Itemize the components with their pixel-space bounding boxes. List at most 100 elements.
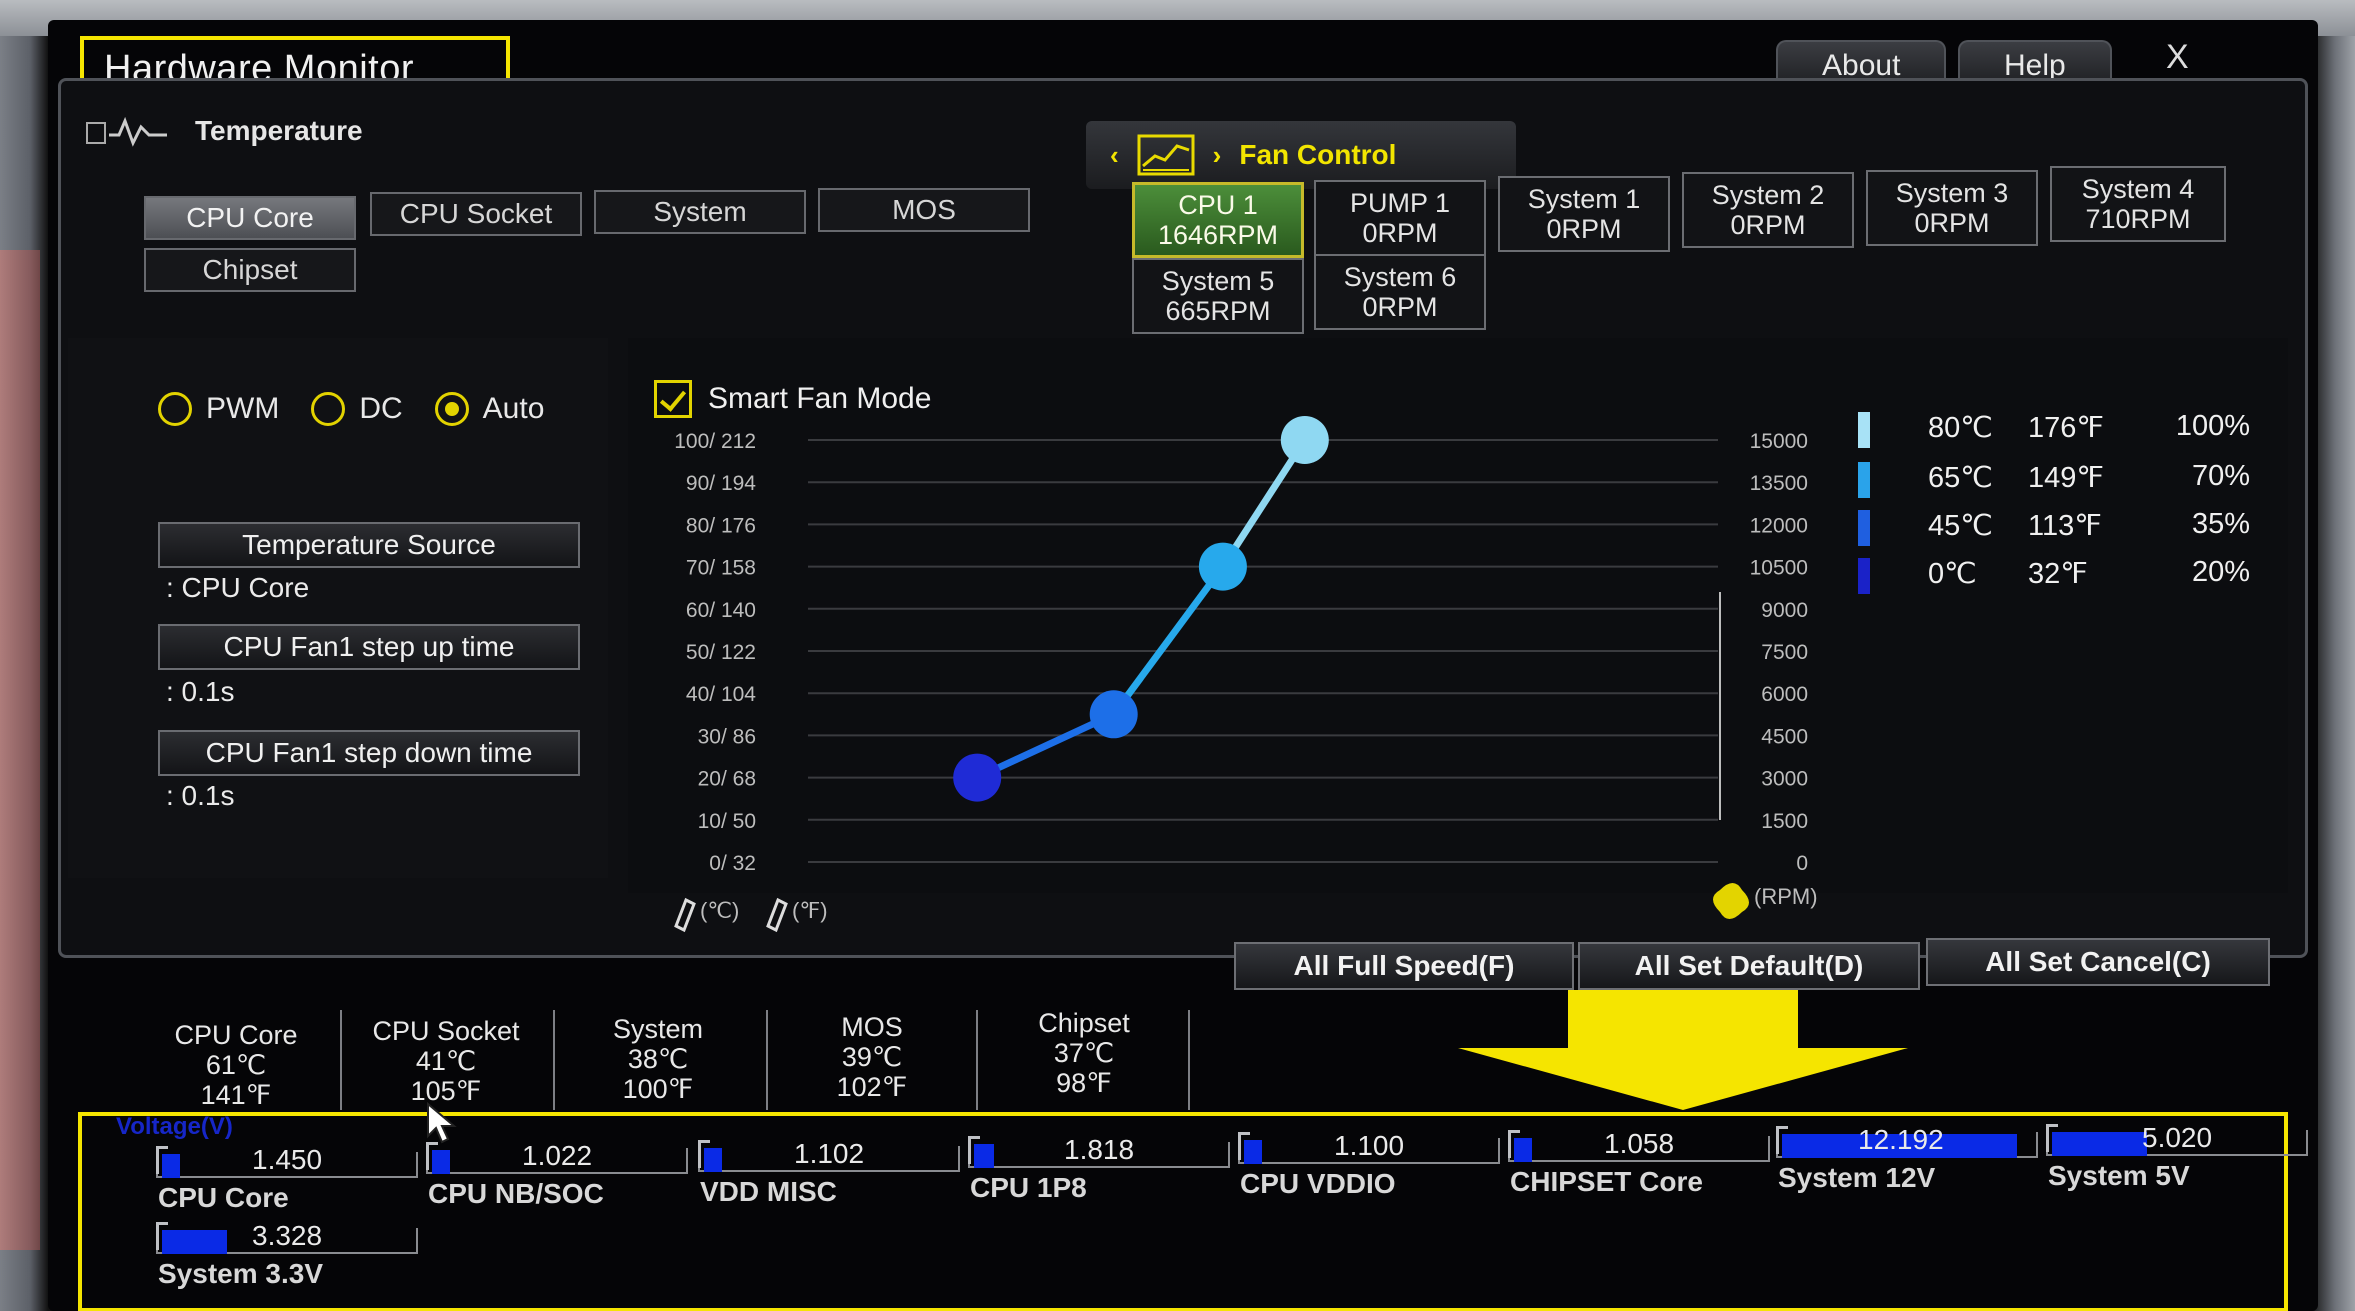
legend-celsius: 0℃: [1928, 558, 1977, 590]
temp-summary-name: MOS: [841, 1012, 903, 1042]
y-right-tick-label: 4500: [1761, 725, 1808, 748]
y-left-tick-label: 90/ 194: [686, 472, 756, 495]
y-right-tick-label: 12000: [1750, 514, 1808, 537]
voltage-value: 1.022: [522, 1140, 593, 1171]
y-right-tick-label: 13500: [1750, 472, 1808, 495]
curve-point[interactable]: [1089, 690, 1138, 739]
voltage-item: 1.100 CPU VDDIO: [1238, 1130, 1506, 1199]
all-set-cancel-button[interactable]: All Set Cancel(C): [1926, 938, 2270, 986]
temp-summary-fahrenheit: 100℉: [622, 1074, 694, 1104]
voltage-item: 3.328 System 3.3V: [156, 1220, 424, 1289]
voltage-value: 1.100: [1334, 1130, 1405, 1161]
y-left-tick-label: 10/ 50: [698, 810, 756, 833]
y-left-tick-label: 60/ 140: [686, 599, 756, 622]
temp-summary-name: CPU Core: [174, 1020, 298, 1050]
y-left-tick-label: 30/ 86: [698, 725, 756, 748]
y-left-tick-label: 80/ 176: [686, 514, 756, 537]
temp-summary-divider: [340, 1010, 342, 1110]
mouse-cursor-icon: [427, 1102, 457, 1144]
curve-point[interactable]: [953, 753, 1002, 802]
temp-summary-fahrenheit: 102℉: [836, 1072, 908, 1102]
voltage-value: 3.328: [252, 1220, 323, 1251]
voltage-item: 1.058 CHIPSET Core: [1508, 1128, 1776, 1197]
legend-fahrenheit: 149℉: [2028, 462, 2104, 494]
y-left-unit-celsius: (℃): [700, 898, 739, 923]
legend-celsius: 80℃: [1928, 412, 1993, 444]
y-right-tick-label: 9000: [1761, 599, 1808, 622]
voltage-item: 12.192 System 12V: [1776, 1124, 2044, 1193]
voltage-name: CPU VDDIO: [1240, 1168, 1396, 1199]
y-left-tick-label: 100/ 212: [674, 430, 756, 453]
voltage-value: 5.020: [2142, 1122, 2213, 1153]
legend-row: 80℃ 176℉ 100%: [1858, 410, 2258, 450]
temp-summary-divider: [553, 1010, 555, 1110]
y-left-tick-label: 70/ 158: [686, 557, 756, 580]
y-left-tick-label: 40/ 104: [686, 683, 756, 706]
y-left-tick-label: 20/ 68: [698, 768, 756, 791]
voltage-value: 12.192: [1858, 1124, 1944, 1155]
temp-summary-celsius: 39℃: [841, 1042, 903, 1072]
legend-percent: 100%: [2175, 410, 2250, 442]
y-right-tick-label: 1500: [1761, 810, 1808, 833]
temp-summary-divider: [766, 1010, 768, 1110]
voltage-bar-fill: [704, 1148, 722, 1172]
legend-celsius: 65℃: [1928, 462, 1993, 494]
voltage-item: 1.022 CPU NB/SOC: [426, 1140, 694, 1209]
legend-fahrenheit: 32℉: [2028, 558, 2088, 590]
temp-summary-chipset: Chipset 37℃ 98℉: [984, 1008, 1184, 1098]
voltage-value: 1.450: [252, 1144, 323, 1175]
y-left-tick-label: 50/ 122: [686, 641, 756, 664]
temp-summary-name: System: [612, 1014, 704, 1044]
y-right-tick-label: 7500: [1761, 641, 1808, 664]
temp-summary-celsius: 37℃: [1053, 1038, 1115, 1068]
legend-fahrenheit: 113℉: [2028, 510, 2102, 542]
temp-summary-mos: MOS 39℃ 102℉: [772, 1012, 972, 1102]
all-set-default-button[interactable]: All Set Default(D): [1578, 942, 1920, 990]
voltage-bar-fill: [162, 1230, 227, 1254]
thermometer-fahrenheit-icon: [766, 897, 788, 933]
voltage-name: CPU NB/SOC: [428, 1178, 604, 1209]
legend-swatch: [1858, 412, 1870, 448]
y-right-tick-label: 0: [1796, 852, 1808, 875]
legend-swatch: [1858, 510, 1870, 546]
legend-celsius: 45℃: [1928, 510, 1993, 542]
voltage-item: 1.450 CPU Core: [156, 1144, 424, 1213]
temp-summary-cpu-socket: CPU Socket 41℃ 105℉: [346, 1016, 546, 1106]
temp-summary-fahrenheit: 141℉: [200, 1080, 272, 1110]
y-right-unit: (RPM): [1754, 884, 1818, 909]
temp-summary-celsius: 61℃: [205, 1050, 267, 1080]
legend-swatch: [1858, 462, 1870, 498]
voltage-value: 1.102: [794, 1138, 865, 1169]
legend-percent: 20%: [2191, 556, 2250, 588]
temp-summary-name: CPU Socket: [372, 1016, 520, 1046]
voltage-item: 1.818 CPU 1P8: [968, 1134, 1236, 1203]
voltage-value: 1.058: [1604, 1128, 1675, 1159]
background-glow: [0, 250, 40, 1250]
fan-icon: [1713, 883, 1749, 919]
curve-point[interactable]: [1198, 542, 1247, 591]
legend-row: 0℃ 32℉ 20%: [1858, 556, 2258, 596]
y-right-tick-label: 15000: [1750, 430, 1808, 453]
voltage-name: CHIPSET Core: [1510, 1166, 1703, 1197]
temp-summary-fahrenheit: 98℉: [1056, 1068, 1112, 1098]
temp-summary-divider: [1188, 1010, 1190, 1110]
voltage-bar-fill: [1514, 1138, 1532, 1162]
temp-summary-celsius: 41℃: [415, 1046, 477, 1076]
yellow-arrow-annotation: [1458, 990, 1908, 1110]
voltage-title: Voltage(V): [116, 1113, 233, 1140]
voltage-name: VDD MISC: [700, 1176, 837, 1207]
voltage-bar-fill: [162, 1154, 180, 1178]
voltage-item: 1.102 VDD MISC: [698, 1138, 966, 1207]
voltage-item: 5.020 System 5V: [2046, 1122, 2314, 1191]
voltage-name: System 5V: [2048, 1160, 2190, 1191]
y-right-tick-label: 6000: [1761, 683, 1808, 706]
bios-screen: Hardware Monitor About Help X Temperatur…: [48, 20, 2318, 1311]
y-left-unit-fahrenheit: (℉): [792, 898, 828, 923]
temp-summary-celsius: 38℃: [627, 1044, 689, 1074]
all-full-speed-button[interactable]: All Full Speed(F): [1234, 942, 1574, 990]
temp-summary-cpu-core: CPU Core 61℃ 141℉: [136, 1020, 336, 1110]
voltage-name: CPU Core: [158, 1182, 289, 1213]
curve-point[interactable]: [1280, 416, 1329, 464]
temp-summary-system: System 38℃ 100℉: [558, 1014, 758, 1104]
voltage-value: 1.818: [1064, 1134, 1135, 1165]
